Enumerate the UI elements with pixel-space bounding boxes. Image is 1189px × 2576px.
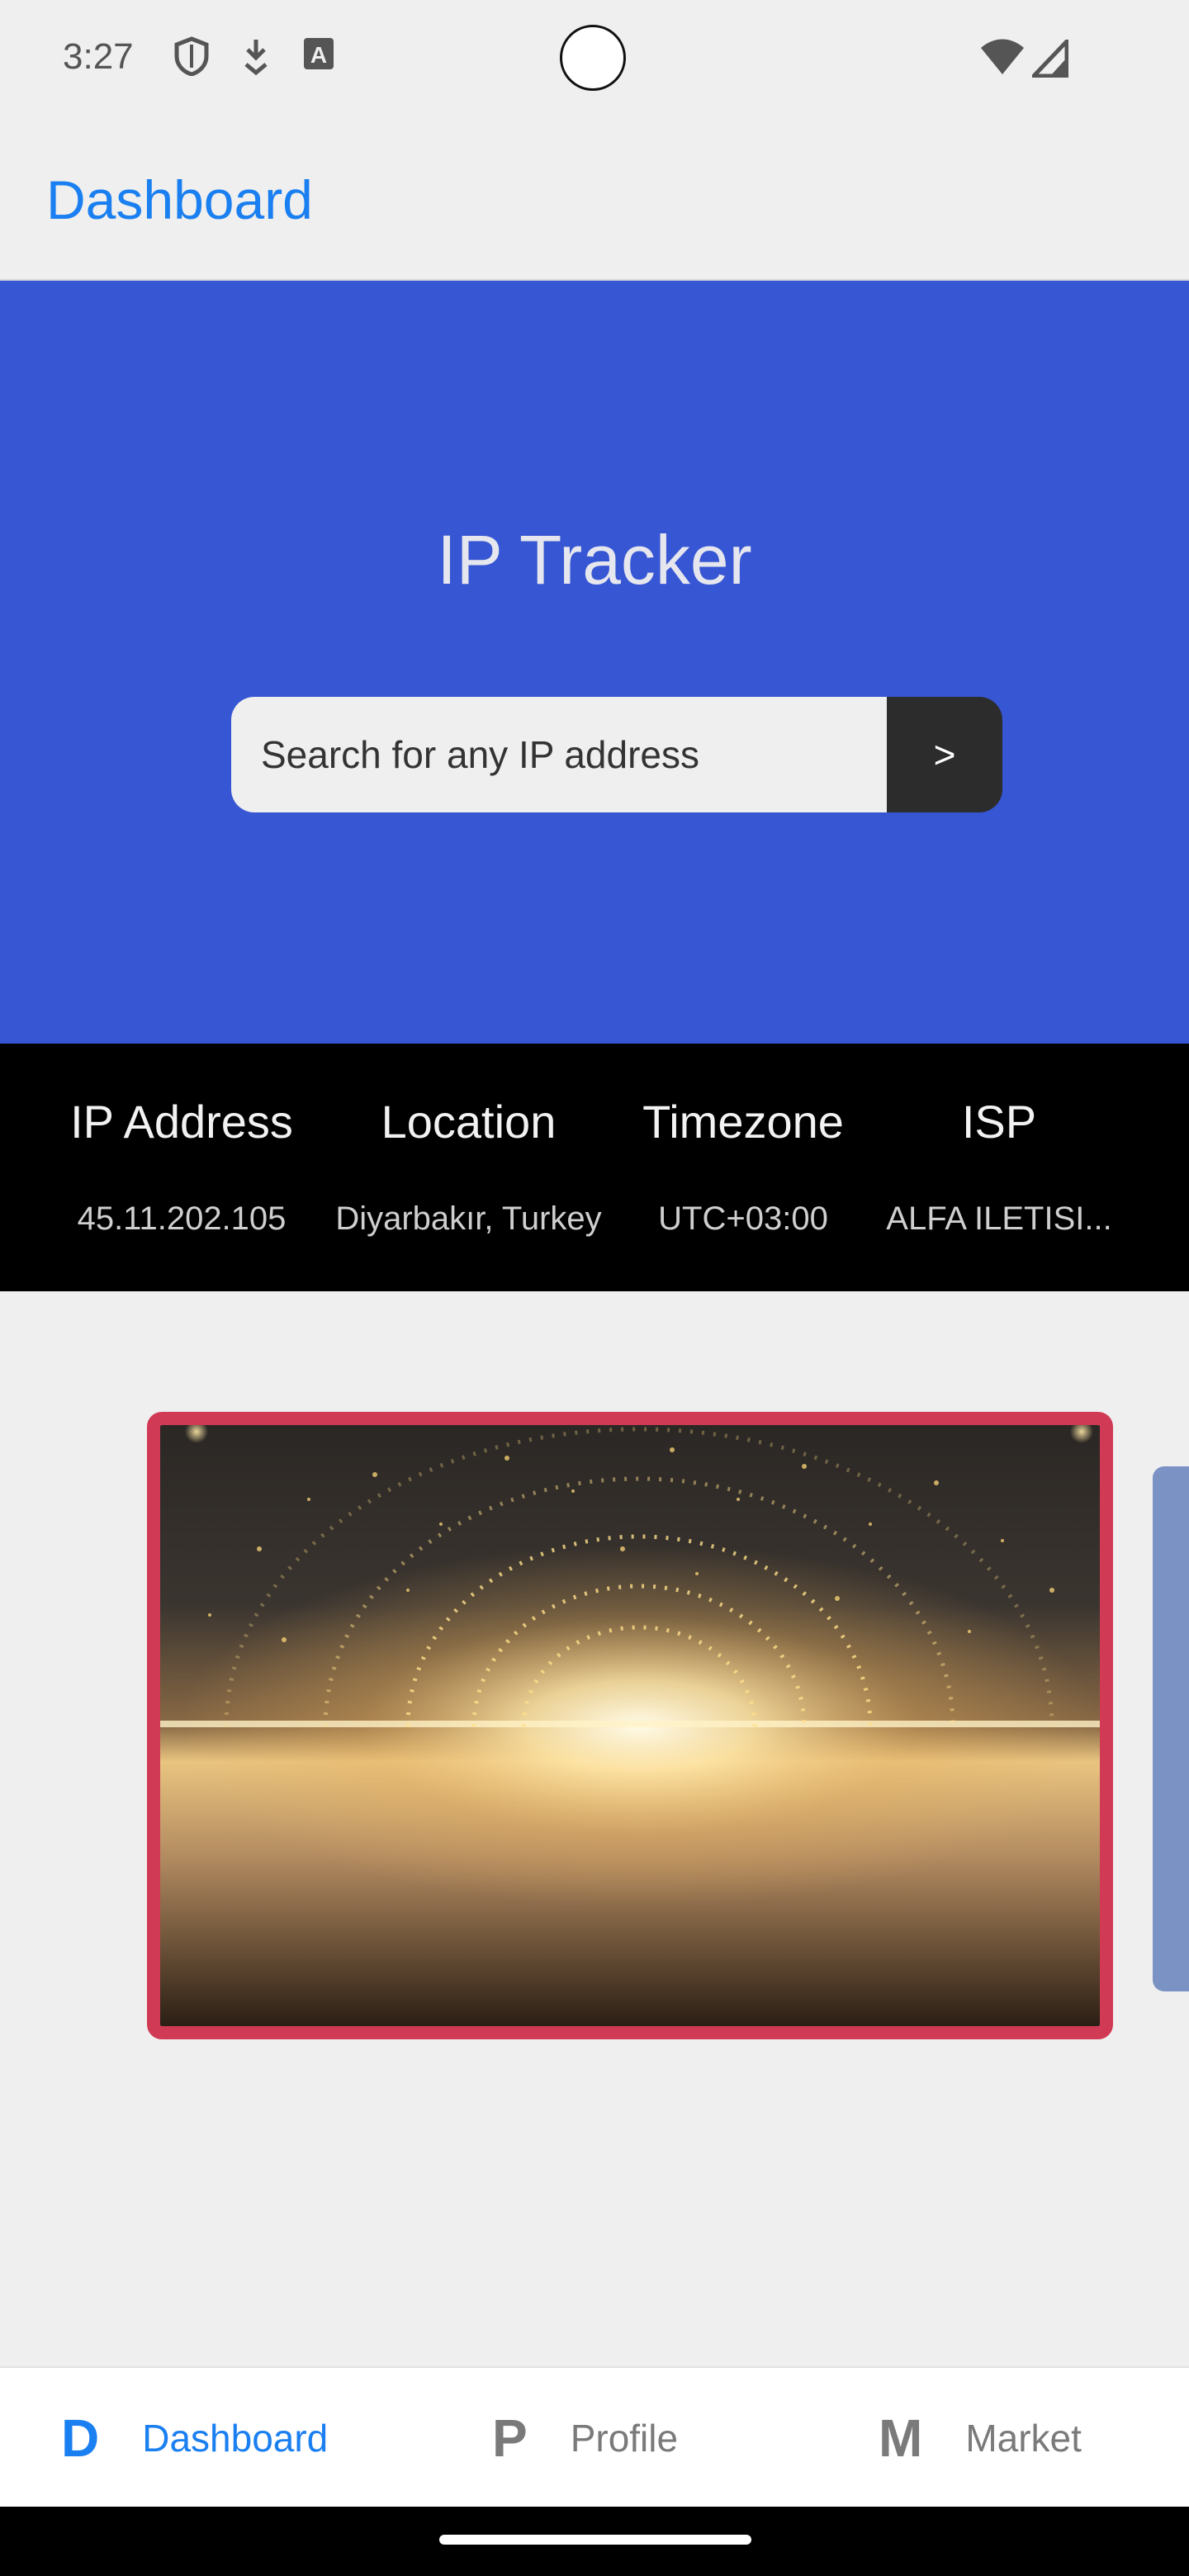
nav-label: Profile <box>570 2417 679 2460</box>
market-icon: M <box>879 2408 923 2468</box>
status-bar: 3:27 A <box>0 0 1189 116</box>
front-camera <box>560 25 626 91</box>
home-indicator[interactable] <box>439 2535 751 2545</box>
nav-label: Dashboard <box>142 2417 329 2460</box>
profile-icon: P <box>492 2408 528 2468</box>
signal-icon <box>1029 36 1069 82</box>
info-value: ALFA ILETISI... <box>886 1200 1112 1237</box>
info-value: Diyarbakır, Turkey <box>335 1200 602 1237</box>
nav-item-profile[interactable]: P Profile <box>492 2368 678 2508</box>
nav-item-dashboard[interactable]: D Dashboard <box>61 2368 328 2508</box>
carousel-card[interactable] <box>147 1412 1113 2039</box>
info-header: IP Address <box>70 1096 293 1148</box>
carousel-next-card[interactable] <box>1153 1466 1189 1991</box>
nav-item-market[interactable]: M Market <box>879 2368 1082 2508</box>
page-title: Dashboard <box>46 169 313 230</box>
info-header: Location <box>381 1096 557 1148</box>
nav-label: Market <box>965 2417 1082 2460</box>
info-column-isp: ISP ALFA ILETISI... <box>875 1044 1123 1291</box>
download-icon <box>241 36 271 80</box>
search-bar: > <box>231 697 1002 812</box>
shield-icon <box>173 36 210 80</box>
info-column-ip: IP Address 45.11.202.105 <box>58 1044 306 1291</box>
ip-info-strip: IP Address 45.11.202.105 Location Diyarb… <box>0 1044 1189 1291</box>
gesture-bar <box>0 2507 1189 2576</box>
hero-banner: IP Tracker > <box>0 281 1189 1044</box>
dashboard-icon: D <box>61 2408 100 2468</box>
keyboard-a-icon: A <box>302 36 335 77</box>
status-time: 3:27 <box>63 36 134 77</box>
bottom-nav: D Dashboard P Profile M Market <box>0 2366 1189 2507</box>
info-header: Timezone <box>642 1096 844 1148</box>
wifi-icon <box>979 38 1026 80</box>
info-column-location: Location Diyarbakır, Turkey <box>326 1044 611 1291</box>
svg-text:A: A <box>310 42 327 68</box>
search-button[interactable]: > <box>887 697 1002 812</box>
carousel-image <box>160 1425 1100 2026</box>
app-bar: Dashboard <box>0 116 1189 281</box>
info-value: UTC+03:00 <box>658 1200 828 1237</box>
info-header: ISP <box>961 1096 1037 1148</box>
hero-title: IP Tracker <box>437 521 752 599</box>
info-column-timezone: Timezone UTC+03:00 <box>628 1044 859 1291</box>
info-value: 45.11.202.105 <box>77 1200 287 1237</box>
search-input[interactable] <box>231 697 887 812</box>
